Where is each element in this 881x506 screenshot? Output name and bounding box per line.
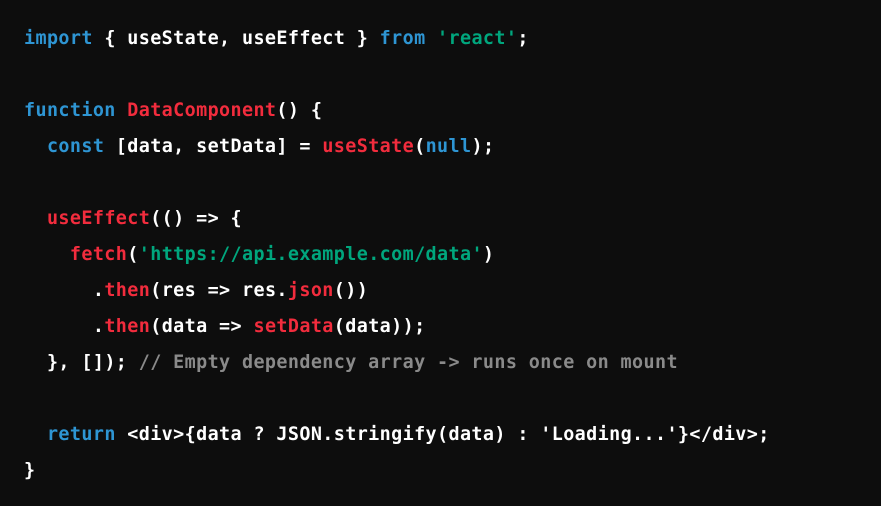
- code-line: }, []); // Empty dependency array -> run…: [24, 345, 770, 381]
- code-line: useEffect(() => {: [24, 201, 770, 237]
- code-line: return <div>{data ? JSON.stringify(data)…: [24, 417, 770, 453]
- code-line: const [data, setData] = useState(null);: [24, 129, 770, 165]
- keyword-token: from: [379, 28, 426, 49]
- plain-token: [data, setData] =: [104, 136, 323, 157]
- keyword-token: const: [46, 136, 105, 157]
- code-block[interactable]: import { useState, useEffect } from 'rea…: [24, 21, 770, 489]
- function-token: setData: [253, 316, 334, 337]
- code-line: fetch('https://api.example.com/data'): [24, 237, 770, 273]
- comment-token: // Empty dependency array -> runs once o…: [138, 352, 678, 373]
- function-token: then: [104, 280, 151, 301]
- function-token: then: [104, 316, 151, 337]
- code-line: }: [24, 453, 770, 489]
- keyword-token: return: [46, 424, 116, 445]
- plain-token: .: [92, 316, 105, 337]
- plain-token: .: [92, 280, 105, 301]
- plain-token: (data =>: [150, 316, 254, 337]
- plain-token: { useState, useEffect }: [92, 28, 380, 49]
- function-token: DataComponent: [127, 100, 277, 121]
- plain-token: <div>{data ? JSON.stringify(data) : 'Loa…: [115, 424, 770, 445]
- keyword-token: import: [24, 28, 93, 49]
- function-token: useEffect: [46, 208, 151, 229]
- plain-token: ;: [517, 28, 529, 49]
- plain-token: }: [24, 460, 36, 481]
- string-token: 'react': [437, 28, 518, 49]
- plain-token: );: [471, 136, 495, 157]
- plain-token: ): [482, 244, 495, 265]
- code-line: import { useState, useEffect } from 'rea…: [24, 21, 770, 57]
- function-token: fetch: [69, 244, 128, 265]
- string-token: 'https://api.example.com/data': [138, 244, 483, 265]
- plain-token: () {: [276, 100, 323, 121]
- function-token: json: [287, 280, 334, 301]
- keyword-token: null: [425, 136, 472, 157]
- plain-token: ()): [333, 280, 369, 301]
- keyword-token: function: [24, 100, 116, 121]
- plain-token: (res => res.: [150, 280, 288, 301]
- plain-token: (data));: [333, 316, 426, 337]
- plain-token: (: [414, 136, 426, 157]
- code-line: function DataComponent() {: [24, 93, 770, 129]
- function-token: useState: [322, 136, 415, 157]
- plain-token: (: [127, 244, 139, 265]
- code-line: .then(res => res.json()): [24, 273, 770, 309]
- plain-token: }, []);: [46, 352, 139, 373]
- code-line: .then(data => setData(data));: [24, 309, 770, 345]
- plain-token: (() => {: [150, 208, 242, 229]
